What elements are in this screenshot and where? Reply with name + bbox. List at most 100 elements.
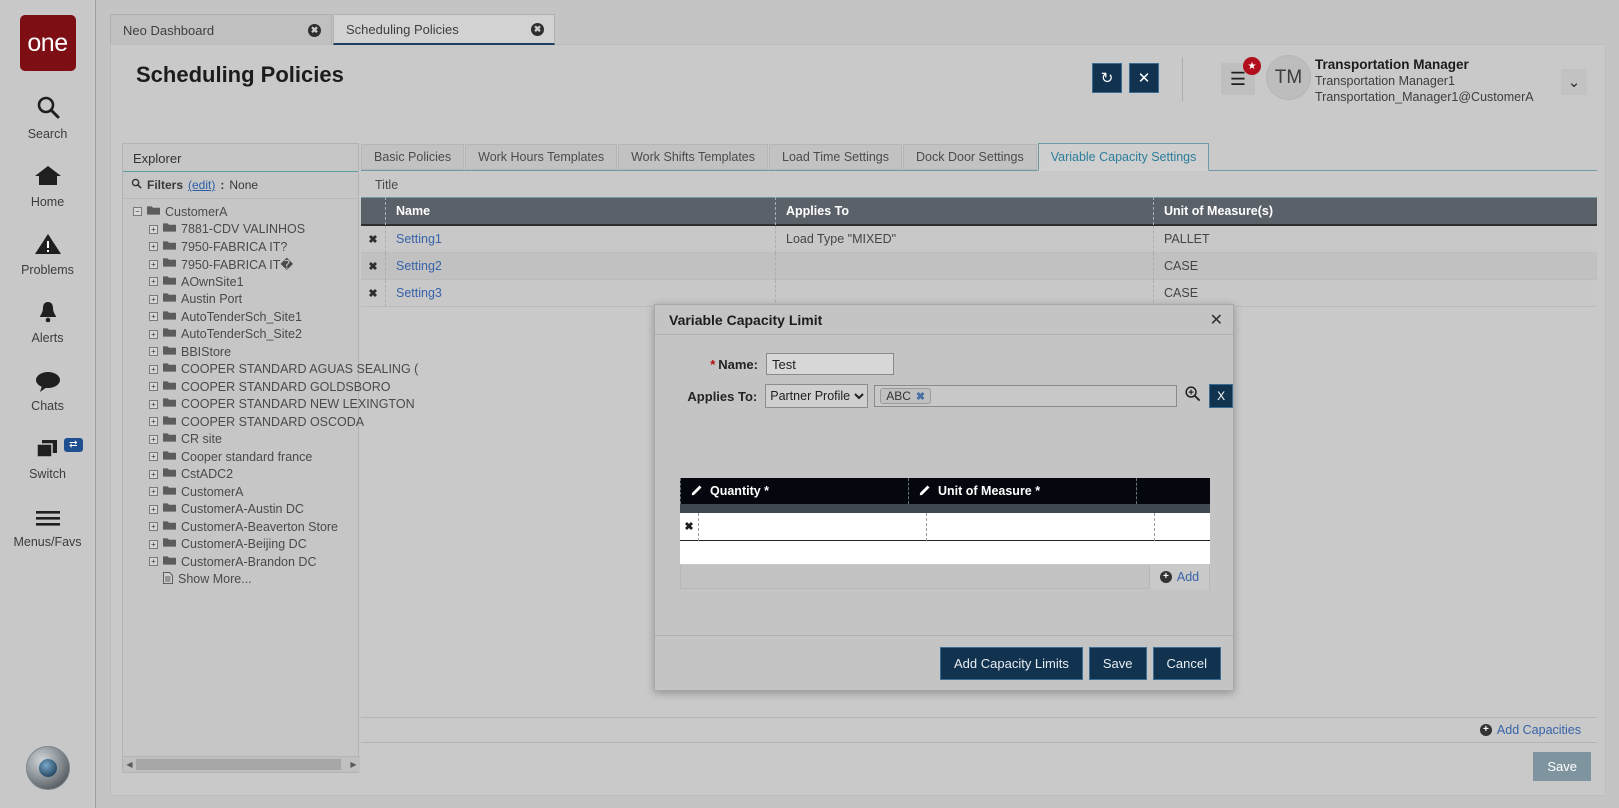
row-name-link[interactable]: Setting1 — [396, 232, 442, 246]
expand-icon[interactable]: + — [149, 382, 158, 391]
scrollbar-thumb[interactable] — [136, 759, 341, 770]
applies-to-token-field[interactable]: ABC ✖ — [874, 385, 1177, 407]
tab-work-hours-templates[interactable]: Work Hours Templates — [465, 144, 617, 170]
subgrid-add-row-button[interactable]: + Add — [1149, 565, 1209, 589]
tree-node[interactable]: +Austin Port — [127, 291, 358, 309]
rail-user-avatar[interactable] — [26, 746, 70, 790]
tree-node[interactable]: +AOwnSite1 — [127, 273, 358, 291]
rail-item-alerts[interactable]: Alerts — [3, 300, 93, 345]
row-name-link[interactable]: Setting2 — [396, 259, 442, 273]
token-remove-icon[interactable]: ✖ — [916, 390, 925, 403]
scrollbar-track[interactable] — [136, 759, 347, 770]
tab-variable-capacity-settings[interactable]: Variable Capacity Settings — [1038, 143, 1210, 171]
grid-header-unit-of-measure[interactable]: Unit of Measure(s) — [1153, 197, 1597, 225]
rail-item-switch[interactable]: ⇄ Switch — [3, 436, 93, 481]
tree-node[interactable]: +7950-FABRICA IT? — [127, 238, 358, 256]
add-capacity-limits-button[interactable]: Add Capacity Limits — [940, 647, 1083, 680]
rail-item-problems[interactable]: Problems — [3, 232, 93, 277]
tree-node[interactable]: +CustomerA — [127, 483, 358, 501]
row-remove-icon[interactable]: ✖ — [361, 260, 385, 273]
collapse-icon[interactable]: − — [133, 207, 142, 216]
expand-icon[interactable]: + — [149, 277, 158, 286]
tree-node[interactable]: +7881-CDV VALINHOS — [127, 221, 358, 239]
row-remove-icon[interactable]: ✖ — [361, 287, 385, 300]
add-capacities-link[interactable]: + Add Capacities — [1480, 723, 1581, 737]
table-row[interactable]: ✖Setting1Load Type "MIXED"PALLET — [361, 226, 1597, 253]
cell-name[interactable]: Setting2 — [385, 253, 775, 280]
tree-show-more[interactable]: Show More... — [127, 571, 358, 589]
scroll-left-icon[interactable]: ◀ — [123, 760, 136, 769]
search-icon[interactable] — [1184, 385, 1201, 407]
applies-to-select[interactable]: Partner Profile — [765, 384, 868, 408]
grid-header-name[interactable]: Name — [385, 197, 775, 225]
user-menu-caret-icon[interactable]: ⌄ — [1561, 69, 1587, 95]
subgrid-header-unit-of-measure[interactable]: Unit of Measure * — [908, 478, 1136, 504]
subgrid-header-quantity[interactable]: Quantity * — [680, 478, 908, 504]
table-row[interactable]: ✖ — [680, 513, 1210, 541]
tree-root-node[interactable]: − CustomerA — [127, 203, 358, 221]
expand-icon[interactable]: + — [149, 295, 158, 304]
grid-header-applies-to[interactable]: Applies To — [775, 197, 1153, 225]
expand-icon[interactable]: + — [149, 260, 158, 269]
save-button[interactable]: Save — [1533, 752, 1591, 781]
expand-icon[interactable]: + — [149, 540, 158, 549]
header-menu-button[interactable]: ☰ ★ — [1221, 63, 1255, 95]
tree-node[interactable]: +BBIStore — [127, 343, 358, 361]
tree-node[interactable]: +AutoTenderSch_Site1 — [127, 308, 358, 326]
tab-basic-policies[interactable]: Basic Policies — [361, 144, 464, 170]
tree-node[interactable]: +CustomerA-Austin DC — [127, 501, 358, 519]
tree-node[interactable]: +CR site — [127, 431, 358, 449]
tree-node[interactable]: +7950-FABRICA IT� — [127, 256, 358, 274]
cell-unit-of-measure[interactable] — [926, 513, 1154, 541]
name-input[interactable] — [766, 353, 894, 375]
expand-icon[interactable]: + — [149, 365, 158, 374]
rail-item-menus-favs[interactable]: Menus/Favs — [3, 504, 93, 549]
expand-icon[interactable]: + — [149, 522, 158, 531]
tab-dock-door-settings[interactable]: Dock Door Settings — [903, 144, 1037, 170]
expand-icon[interactable]: + — [149, 347, 158, 356]
rail-item-chats[interactable]: Chats — [3, 368, 93, 413]
expand-icon[interactable]: + — [149, 470, 158, 479]
clear-applies-to-button[interactable]: X — [1209, 384, 1233, 408]
window-tab-scheduling-policies[interactable]: Scheduling Policies ✖ — [333, 14, 555, 45]
tree-node[interactable]: +CustomerA-Brandon DC — [127, 553, 358, 571]
row-remove-icon[interactable]: ✖ — [361, 233, 385, 246]
tree-node[interactable]: +AutoTenderSch_Site2 — [127, 326, 358, 344]
table-row[interactable]: ✖Setting3CASE — [361, 280, 1597, 307]
expand-icon[interactable]: + — [149, 417, 158, 426]
expand-icon[interactable]: + — [149, 242, 158, 251]
tree-node[interactable]: +CustomerA-Beaverton Store — [127, 518, 358, 536]
tree-node[interactable]: +Cooper standard france — [127, 448, 358, 466]
tree-node[interactable]: +COOPER STANDARD OSCODA — [127, 413, 358, 431]
tab-load-time-settings[interactable]: Load Time Settings — [769, 144, 902, 170]
expand-icon[interactable]: + — [149, 435, 158, 444]
tree-node[interactable]: +COOPER STANDARD GOLDSBORO — [127, 378, 358, 396]
tree-node[interactable]: +COOPER STANDARD AGUAS SEALING ( — [127, 361, 358, 379]
cell-name[interactable]: Setting1 — [385, 226, 775, 253]
table-row[interactable]: ✖Setting2CASE — [361, 253, 1597, 280]
expand-icon[interactable]: + — [149, 487, 158, 496]
expand-icon[interactable]: + — [149, 225, 158, 234]
cell-quantity[interactable] — [698, 513, 926, 541]
row-name-link[interactable]: Setting3 — [396, 286, 442, 300]
filters-edit-link[interactable]: (edit) — [188, 178, 215, 192]
rail-item-search[interactable]: Search — [3, 94, 93, 141]
avatar[interactable]: TM — [1266, 55, 1311, 100]
expand-icon[interactable]: + — [149, 312, 158, 321]
rail-item-home[interactable]: Home — [3, 164, 93, 209]
expand-icon[interactable]: + — [149, 452, 158, 461]
save-button[interactable]: Save — [1089, 647, 1147, 680]
close-page-button[interactable]: ✕ — [1129, 63, 1159, 93]
tab-work-shifts-templates[interactable]: Work Shifts Templates — [618, 144, 768, 170]
expand-icon[interactable]: + — [149, 400, 158, 409]
tree-node[interactable]: +COOPER STANDARD NEW LEXINGTON — [127, 396, 358, 414]
cancel-button[interactable]: Cancel — [1153, 647, 1221, 680]
row-remove-icon[interactable]: ✖ — [680, 520, 698, 533]
expand-icon[interactable]: + — [149, 505, 158, 514]
expand-icon[interactable]: + — [149, 330, 158, 339]
cell-name[interactable]: Setting3 — [385, 280, 775, 307]
close-icon[interactable]: ✕ — [1210, 310, 1223, 330]
close-icon[interactable]: ✖ — [531, 23, 544, 36]
tree-node[interactable]: +CustomerA-Beijing DC — [127, 536, 358, 554]
explorer-horizontal-scrollbar[interactable]: ◀ ▶ — [123, 756, 360, 772]
